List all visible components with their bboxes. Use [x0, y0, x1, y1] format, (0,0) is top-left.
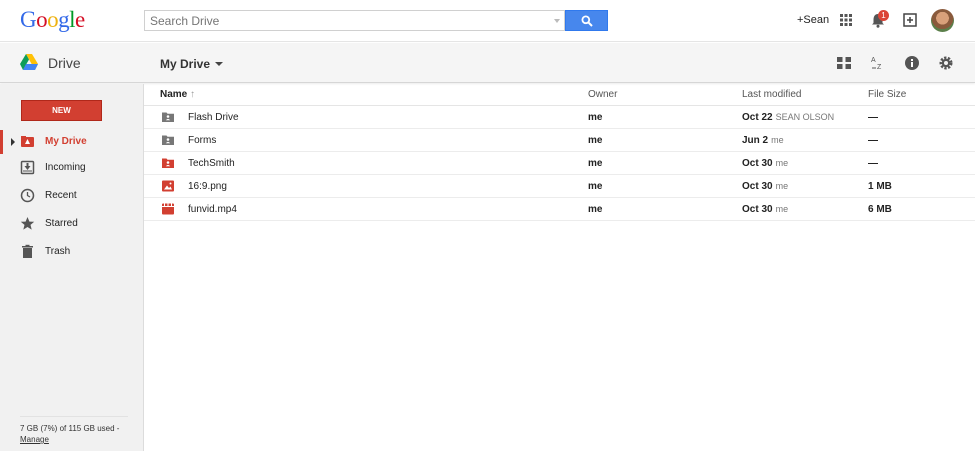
file-size: — [868, 135, 878, 146]
file-name: Forms [188, 135, 217, 146]
notification-count-badge: 1 [878, 10, 889, 21]
logo-letter: e [75, 7, 85, 32]
column-header-file-size[interactable]: File Size [868, 89, 906, 100]
sidebar-item-my-drive[interactable]: My Drive [0, 130, 143, 154]
modified-date: Oct 22 [742, 112, 773, 123]
table-row[interactable]: funvid.mp4 me Oct 30 me 6 MB [144, 198, 975, 221]
modified-by: me [775, 158, 789, 168]
column-header-owner[interactable]: Owner [588, 89, 617, 100]
breadcrumb[interactable]: My Drive [160, 57, 224, 71]
svg-text:A: A [871, 57, 876, 64]
shared-folder-icon [162, 112, 174, 122]
file-size: 6 MB [868, 204, 892, 215]
sort-ascending-icon: ↑ [190, 89, 196, 100]
sort-az-icon[interactable]: A Z [870, 55, 886, 71]
sidebar-item-starred[interactable]: Starred [0, 212, 143, 236]
modified-by: SEAN OLSON [775, 112, 835, 122]
sidebar-item-label: Recent [45, 190, 77, 201]
search-options-caret-icon[interactable] [554, 19, 560, 23]
svg-text:Z: Z [877, 64, 882, 71]
file-name: funvid.mp4 [188, 204, 237, 215]
sidebar: NEW My Drive Incoming Recent Starred Tra… [0, 84, 144, 451]
sidebar-item-label: Trash [45, 246, 71, 257]
table-row[interactable]: 16:9.png me Oct 30 me 1 MB [144, 175, 975, 198]
new-button[interactable]: NEW [21, 100, 102, 121]
settings-gear-icon[interactable] [938, 55, 954, 71]
chevron-down-icon [215, 62, 224, 66]
video-file-icon [162, 203, 174, 215]
file-owner: me [588, 112, 603, 123]
file-modified: Jun 2 me [742, 135, 784, 146]
modified-by: me [771, 135, 784, 145]
expand-arrow-icon[interactable] [11, 138, 15, 146]
sidebar-item-incoming[interactable]: Incoming [0, 156, 143, 180]
top-bar: Google +Sean 1 [0, 0, 975, 42]
file-name: Flash Drive [188, 112, 239, 123]
file-size: — [868, 112, 878, 123]
file-size: — [868, 158, 878, 169]
shared-folder-icon [162, 135, 174, 145]
file-name: TechSmith [188, 158, 235, 169]
file-owner: me [588, 204, 603, 215]
file-modified: Oct 22 SEAN OLSON [742, 112, 834, 123]
modified-date: Jun 2 [742, 135, 769, 146]
table-row[interactable]: TechSmith me Oct 30 me — [144, 152, 975, 175]
file-modified: Oct 30 me [742, 158, 788, 169]
file-list: Name ↑ Owner Last modified File Size Fla… [144, 84, 975, 221]
file-modified: Oct 30 me [742, 204, 788, 215]
apps-grid-icon[interactable] [840, 14, 852, 26]
storage-usage-text: 7 GB (7%) of 115 GB used - [20, 424, 120, 433]
breadcrumb-label: My Drive [160, 57, 211, 71]
file-list-header: Name ↑ Owner Last modified File Size [144, 84, 975, 106]
modified-date: Oct 30 [742, 204, 773, 215]
logo-letter: o [36, 7, 48, 32]
logo-letter: o [47, 7, 59, 32]
search-icon [581, 15, 593, 27]
sidebar-item-label: My Drive [45, 136, 87, 147]
modified-by: me [775, 204, 789, 214]
google-logo[interactable]: Google [20, 7, 85, 33]
star-icon [20, 217, 35, 230]
sidebar-item-label: Starred [45, 218, 78, 229]
modified-date: Oct 30 [742, 158, 773, 169]
column-header-label: Name [160, 89, 188, 100]
file-owner: me [588, 158, 603, 169]
logo-letter: G [20, 7, 37, 32]
search-input[interactable] [145, 11, 545, 30]
logo-letter: g [58, 7, 70, 32]
product-title[interactable]: Drive [48, 55, 81, 71]
red-shared-folder-icon [162, 158, 174, 168]
image-file-icon [162, 180, 174, 192]
share-add-icon[interactable] [903, 13, 917, 27]
info-icon[interactable] [904, 55, 920, 71]
column-header-name[interactable]: Name ↑ [160, 89, 195, 100]
file-owner: me [588, 181, 603, 192]
my-drive-icon [21, 136, 34, 147]
drive-toolbar: Drive My Drive A Z [0, 43, 975, 83]
column-header-last-modified[interactable]: Last modified [742, 89, 801, 100]
clock-icon [20, 188, 35, 203]
table-row[interactable]: Flash Drive me Oct 22 SEAN OLSON — [144, 106, 975, 129]
incoming-icon [20, 160, 35, 175]
storage-usage: 7 GB (7%) of 115 GB used - Manage [20, 416, 128, 445]
search-button[interactable] [565, 10, 608, 31]
file-name: 16:9.png [188, 181, 227, 192]
sidebar-item-trash[interactable]: Trash [0, 240, 143, 264]
trash-icon [22, 244, 33, 258]
search-box [144, 10, 565, 31]
table-row[interactable]: Forms me Jun 2 me — [144, 129, 975, 152]
sidebar-item-recent[interactable]: Recent [0, 184, 143, 208]
grid-view-icon[interactable] [836, 55, 852, 71]
avatar[interactable] [931, 9, 954, 32]
modified-by: me [775, 181, 789, 191]
manage-storage-link[interactable]: Manage [20, 435, 49, 444]
drive-logo-icon [20, 54, 38, 70]
modified-date: Oct 30 [742, 181, 773, 192]
file-owner: me [588, 135, 603, 146]
file-size: 1 MB [868, 181, 892, 192]
sidebar-item-label: Incoming [45, 162, 86, 173]
file-modified: Oct 30 me [742, 181, 788, 192]
user-profile-link[interactable]: +Sean [797, 14, 829, 26]
